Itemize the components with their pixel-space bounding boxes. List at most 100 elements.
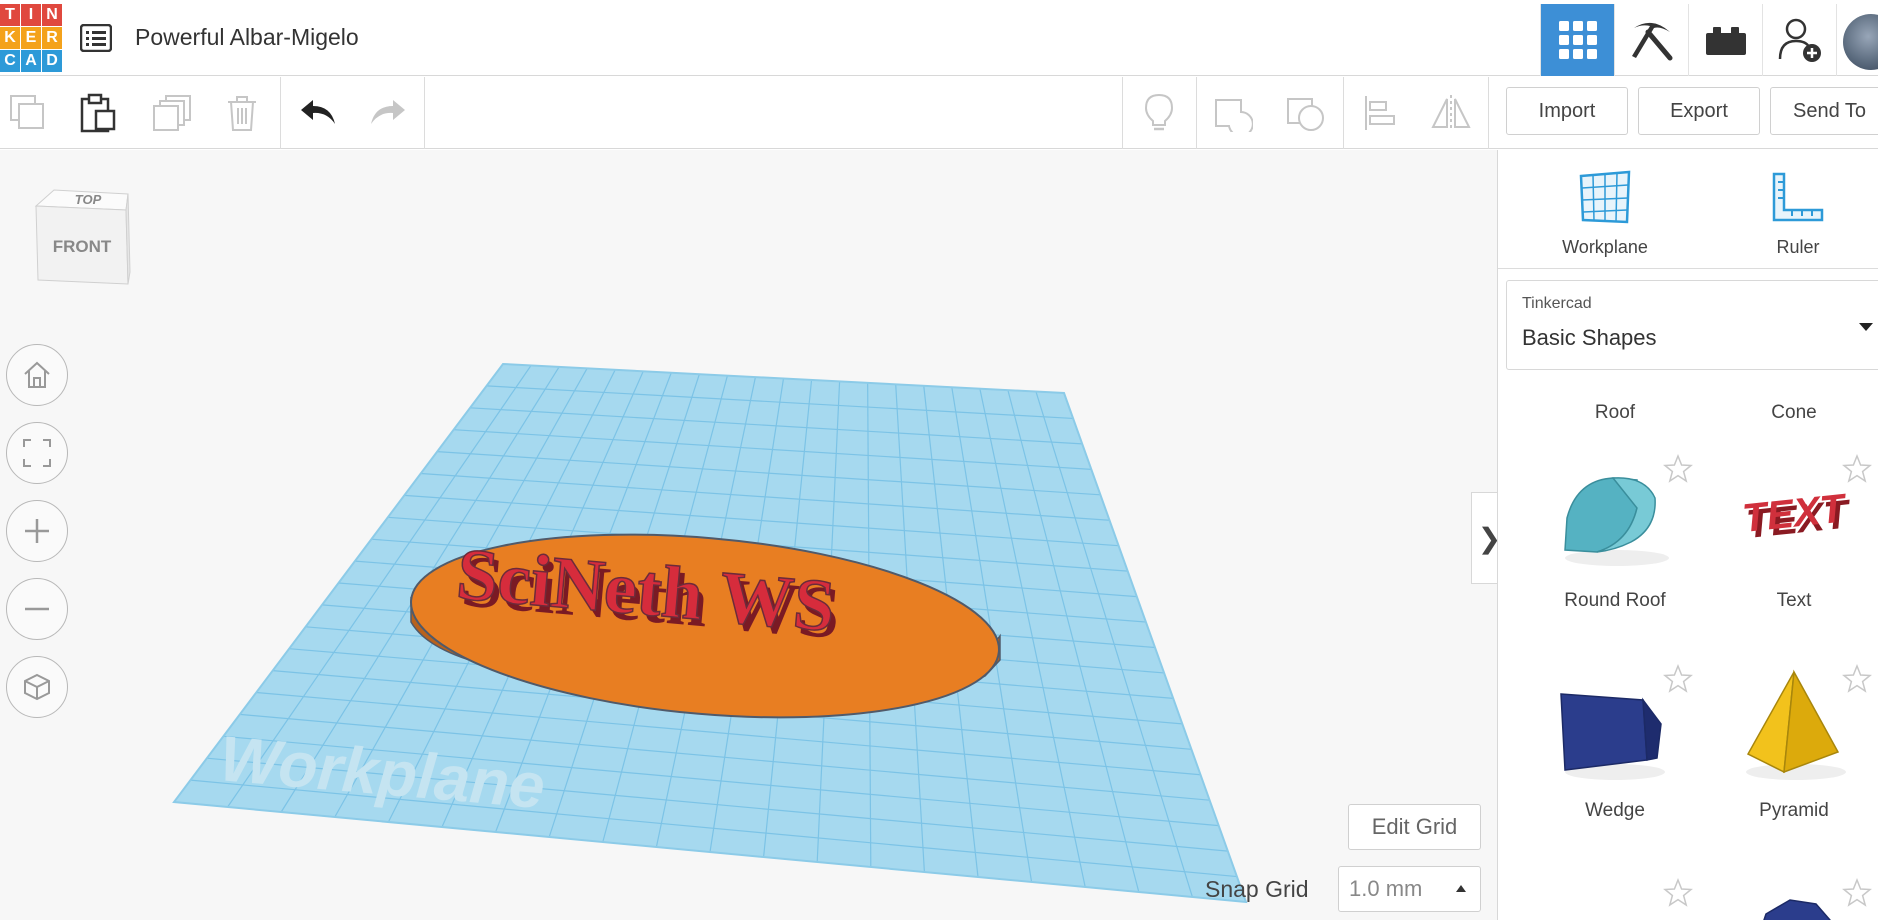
brick-icon xyxy=(1705,27,1746,55)
design-list-button[interactable] xyxy=(78,20,114,56)
favorite-star-icon[interactable] xyxy=(1842,878,1872,908)
3d-design-view-button[interactable] xyxy=(1540,4,1614,76)
shape-pyramid[interactable]: Pyramid xyxy=(1704,660,1878,830)
3d-viewport[interactable]: Workplane SciNeth WS SciNeth WS TOP FRON… xyxy=(0,150,1497,920)
notes-button[interactable] xyxy=(1133,87,1185,139)
ungroup-button[interactable] xyxy=(1280,87,1332,139)
ruler-tool-label: Ruler xyxy=(1776,237,1820,257)
snap-grid-select[interactable]: 1.0 mm xyxy=(1338,866,1481,912)
send-to-button[interactable]: Send To xyxy=(1770,87,1878,135)
edit-grid-button[interactable]: Edit Grid xyxy=(1348,804,1481,850)
hexagon-shape-thumbnail[interactable] xyxy=(1750,896,1840,920)
fit-view-button[interactable] xyxy=(6,422,68,484)
library-value: Basic Shapes xyxy=(1522,325,1657,350)
design-title[interactable]: Powerful Albar-Migelo xyxy=(135,24,359,51)
logo-letter: C xyxy=(0,50,20,72)
home-view-button[interactable] xyxy=(6,344,68,406)
caret-up-icon xyxy=(1456,885,1466,892)
redo-icon xyxy=(371,100,405,124)
align-button[interactable] xyxy=(1354,87,1406,139)
workplane-tool[interactable]: Workplane xyxy=(1535,170,1675,258)
favorite-star-icon[interactable] xyxy=(1663,664,1693,694)
view-cube-icon: TOP FRONT xyxy=(34,189,131,285)
logo-letter: R xyxy=(42,27,62,49)
tinkercad-logo[interactable]: T I N K E R C A D xyxy=(0,4,62,72)
favorite-star-icon[interactable] xyxy=(1663,454,1693,484)
panel-collapse-tab[interactable]: ❯ xyxy=(1471,492,1497,584)
avatar-image xyxy=(1843,14,1878,70)
delete-icon xyxy=(228,96,256,131)
view-cube[interactable]: TOP FRONT xyxy=(28,188,134,306)
snap-grid-value: 1.0 mm xyxy=(1349,876,1423,901)
favorite-star-icon[interactable] xyxy=(1842,454,1872,484)
light-bulb-icon xyxy=(1144,93,1174,131)
view-cube-front-label: FRONT xyxy=(53,237,112,256)
zoom-in-icon xyxy=(25,519,49,543)
duplicate-button[interactable] xyxy=(146,87,198,139)
top-bar: T I N K E R C A D Powerful Albar-Migelo xyxy=(0,0,1878,76)
toolbar-divider xyxy=(1122,77,1123,149)
panel-divider xyxy=(1498,268,1878,269)
bricks-view-button[interactable] xyxy=(1688,4,1762,76)
add-user-icon xyxy=(1778,18,1821,62)
copy-icon xyxy=(10,95,44,129)
workplane-scene[interactable]: Workplane SciNeth WS SciNeth WS xyxy=(0,150,1497,920)
export-button[interactable]: Export xyxy=(1638,87,1760,135)
logo-letter: N xyxy=(42,4,62,26)
mirror-icon xyxy=(1431,95,1471,131)
zoom-in-button[interactable] xyxy=(6,500,68,562)
shape-label-wedge: Wedge xyxy=(1585,800,1645,821)
paste-button[interactable] xyxy=(72,87,124,139)
toolbar-divider xyxy=(1343,77,1344,149)
ruler-icon xyxy=(1772,172,1824,222)
shape-wedge[interactable]: Wedge xyxy=(1525,660,1705,830)
mirror-button[interactable] xyxy=(1425,87,1477,139)
logo-letter: E xyxy=(21,27,41,49)
toolbar-divider xyxy=(424,77,425,149)
zoom-out-button[interactable] xyxy=(6,578,68,640)
zoom-out-icon xyxy=(25,607,49,611)
import-button[interactable]: Import xyxy=(1506,87,1628,135)
invite-user-button[interactable] xyxy=(1762,4,1836,76)
edit-toolbar: Import Export Send To xyxy=(0,77,1878,149)
toolbar-divider xyxy=(1488,77,1489,149)
tinkercad-app: T I N K E R C A D Powerful Albar-Migelo xyxy=(0,0,1878,920)
user-avatar[interactable] xyxy=(1836,4,1878,76)
ruler-tool[interactable]: Ruler xyxy=(1728,170,1868,258)
snap-grid-label: Snap Grid xyxy=(1205,876,1309,902)
shape-library-select[interactable]: Tinkercad Basic Shapes xyxy=(1506,280,1878,370)
toolbar-divider xyxy=(280,77,281,149)
shape-label-text: Text xyxy=(1776,590,1812,611)
favorite-star-icon[interactable] xyxy=(1663,878,1693,908)
shape-label-roof[interactable]: Roof xyxy=(1525,402,1705,424)
shape-label-pyramid: Pyramid xyxy=(1759,800,1829,821)
shape-text[interactable]: TEXT TEXT Text xyxy=(1704,450,1878,620)
toolbar-divider xyxy=(1196,77,1197,149)
workplane-icon xyxy=(1579,170,1631,224)
list-icon xyxy=(80,24,112,52)
group-button[interactable] xyxy=(1207,87,1259,139)
delete-button[interactable] xyxy=(216,87,268,139)
undo-button[interactable] xyxy=(292,87,344,139)
undo-icon xyxy=(301,100,335,124)
blocks-view-button[interactable] xyxy=(1614,4,1688,76)
shape-round-roof[interactable]: Round Roof xyxy=(1525,450,1705,620)
align-icon xyxy=(1365,96,1395,130)
shape-label-cone[interactable]: Cone xyxy=(1704,402,1878,424)
favorite-star-icon[interactable] xyxy=(1842,664,1872,694)
duplicate-icon xyxy=(153,95,191,131)
view-cube-top-label: TOP xyxy=(75,192,102,207)
pickaxe-icon xyxy=(1631,22,1672,61)
logo-letter: A xyxy=(21,50,41,72)
shape-icon xyxy=(1215,99,1253,132)
shape-label-round-roof: Round Roof xyxy=(1564,590,1666,611)
copy-button[interactable] xyxy=(2,87,54,139)
shapes-panel: Workplane Ruler Tinkercad Basic Shapes R… xyxy=(1497,150,1878,920)
view-switcher xyxy=(1540,4,1878,76)
logo-letter: T xyxy=(0,4,20,26)
logo-letter: K xyxy=(0,27,20,49)
paste-icon xyxy=(80,93,116,133)
redo-button[interactable] xyxy=(362,87,414,139)
perspective-icon xyxy=(24,673,50,701)
perspective-toggle-button[interactable] xyxy=(6,656,68,718)
